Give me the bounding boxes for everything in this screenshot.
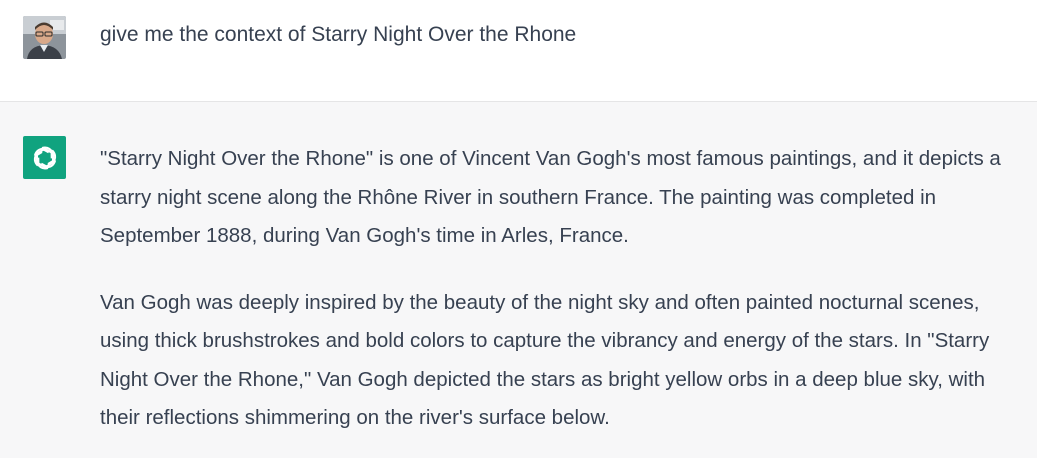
assistant-message: "Starry Night Over the Rhone" is one of …: [0, 102, 1037, 458]
answer-paragraph-2: Van Gogh was deeply inspired by the beau…: [100, 290, 990, 430]
openai-logo-icon: [33, 146, 56, 169]
user-message-text: give me the context of Starry Night Over…: [100, 23, 577, 46]
answer-paragraph-1: "Starry Night Over the Rhone" is one of …: [100, 147, 1001, 247]
user-message: give me the context of Starry Night Over…: [0, 0, 1037, 102]
user-photo-icon: [23, 16, 66, 59]
chat-thread: give me the context of Starry Night Over…: [0, 0, 1037, 458]
user-avatar: [23, 16, 66, 59]
assistant-message-text: "Starry Night Over the Rhone" is one of …: [100, 140, 1025, 458]
assistant-avatar: [23, 136, 66, 179]
